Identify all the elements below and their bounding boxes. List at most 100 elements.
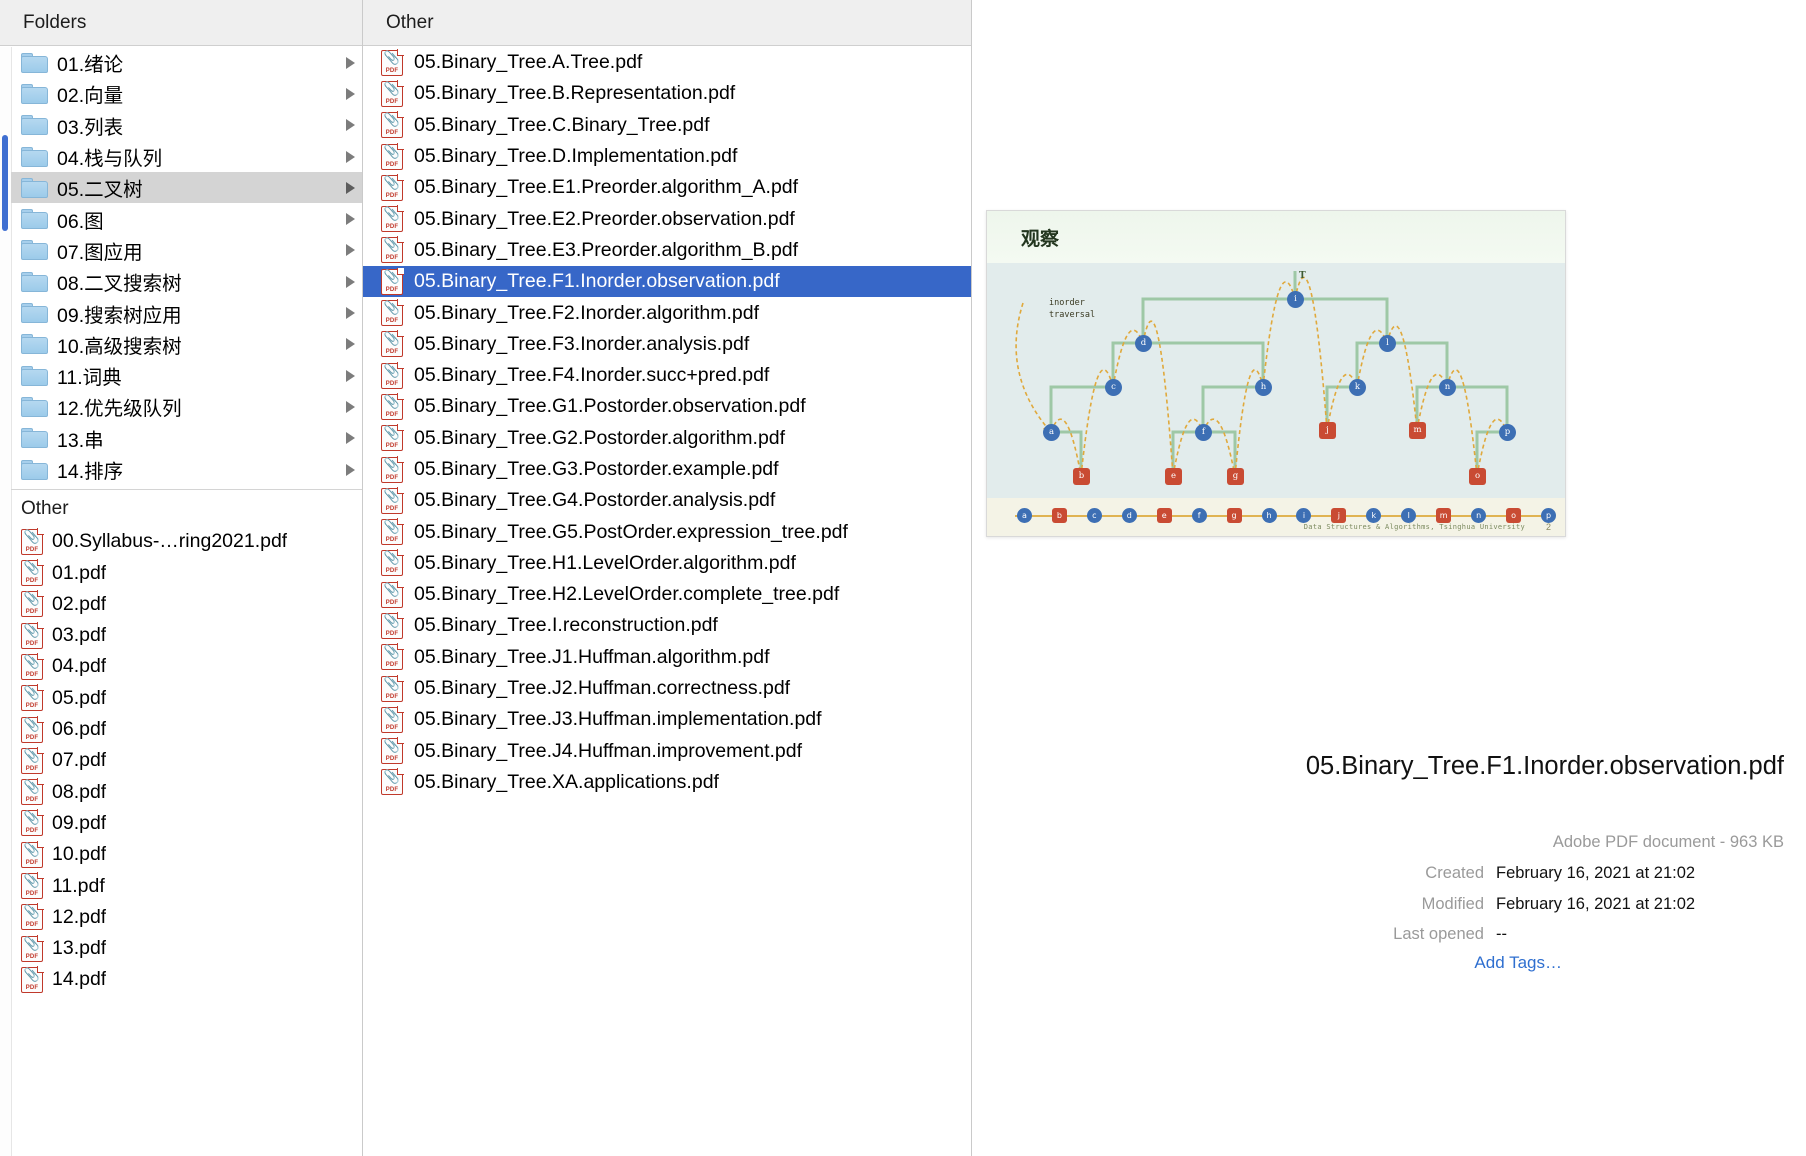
- disclosure-triangle-icon[interactable]: [346, 463, 355, 476]
- disclosure-triangle-icon[interactable]: [346, 400, 355, 413]
- file-row[interactable]: 📎 PDF 05.Binary_Tree.E2.Preorder.observati…: [363, 203, 971, 234]
- file-row[interactable]: 📎 PDF 05.Binary_Tree.B.Representation.pdf: [363, 78, 971, 109]
- folder-row[interactable]: 06.图: [11, 203, 362, 234]
- file-row[interactable]: 📎 PDF 05.Binary_Tree.J1.Huffman.algorithm.…: [363, 642, 971, 673]
- file-row[interactable]: 📎 PDF 05.Binary_Tree.C.Binary_Tree.pdf: [363, 110, 971, 141]
- pdf-icon: 📎 PDF: [21, 715, 44, 743]
- folder-row[interactable]: 14.排序: [11, 454, 362, 485]
- pdf-icon: 📎 PDF: [381, 580, 404, 608]
- file-row-label: 05.Binary_Tree.G2.Postorder.algorithm.pd…: [414, 426, 786, 449]
- file-row[interactable]: 📎 PDF 02.pdf: [11, 589, 362, 620]
- disclosure-triangle-icon[interactable]: [346, 338, 355, 351]
- file-row-label: 05.Binary_Tree.A.Tree.pdf: [414, 51, 643, 74]
- folder-row[interactable]: 10.高级搜索树: [11, 329, 362, 360]
- folders-list: 01.绪论 02.向量 03.列表 04.栈与队列 05.二叉树 06.图 07.图应用 08…: [11, 47, 362, 996]
- file-row[interactable]: 📎 PDF 04.pdf: [11, 651, 362, 682]
- folder-row[interactable]: 02.向量: [11, 78, 362, 109]
- file-row[interactable]: 📎 PDF 05.Binary_Tree.XA.applications.pdf: [363, 767, 971, 798]
- disclosure-triangle-icon[interactable]: [346, 119, 355, 132]
- disclosure-triangle-icon[interactable]: [346, 275, 355, 288]
- file-row-label: 05.Binary_Tree.E3.Preorder.algorithm_B.p…: [414, 238, 799, 261]
- file-row[interactable]: 📎 PDF 06.pdf: [11, 714, 362, 745]
- file-row[interactable]: 📎 PDF 14.pdf: [11, 964, 362, 995]
- file-row[interactable]: 📎 PDF 05.Binary_Tree.D.Implementation.pdf: [363, 141, 971, 172]
- file-row[interactable]: 📎 PDF 05.Binary_Tree.G2.Postorder.algorith…: [363, 423, 971, 454]
- file-row[interactable]: 📎 PDF 01.pdf: [11, 557, 362, 588]
- file-row[interactable]: 📎 PDF 05.Binary_Tree.F1.Inorder.observatio…: [363, 266, 971, 298]
- file-row[interactable]: 📎 PDF 05.Binary_Tree.G3.Postorder.example.…: [363, 454, 971, 485]
- sequence-node: e: [1156, 508, 1172, 523]
- tree-node: m: [1409, 422, 1426, 439]
- folder-row[interactable]: 08.二叉搜索树: [11, 266, 362, 297]
- file-row[interactable]: 📎 PDF 03.pdf: [11, 620, 362, 651]
- disclosure-triangle-icon[interactable]: [346, 87, 355, 100]
- folder-row[interactable]: 12.优先级队列: [11, 391, 362, 422]
- disclosure-triangle-icon[interactable]: [346, 56, 355, 69]
- folder-row[interactable]: 03.列表: [11, 110, 362, 141]
- file-row[interactable]: 📎 PDF 05.Binary_Tree.E3.Preorder.algorithm…: [363, 235, 971, 266]
- file-row[interactable]: 📎 PDF 05.Binary_Tree.E1.Preorder.algorithm…: [363, 172, 971, 203]
- pdf-icon: 📎 PDF: [381, 330, 404, 358]
- disclosure-triangle-icon[interactable]: [346, 213, 355, 226]
- file-row[interactable]: 📎 PDF 05.Binary_Tree.H2.LevelOrder.complet…: [363, 579, 971, 610]
- file-row[interactable]: 📎 PDF 05.Binary_Tree.G5.PostOrder.expressi…: [363, 516, 971, 547]
- pdf-icon: 📎 PDF: [381, 424, 404, 452]
- folder-row[interactable]: 04.栈与队列: [11, 141, 362, 172]
- folder-row[interactable]: 05.二叉树: [11, 172, 362, 204]
- file-row[interactable]: 📎 PDF 12.pdf: [11, 902, 362, 933]
- file-row[interactable]: 📎 PDF 05.Binary_Tree.H1.LevelOrder.algorit…: [363, 548, 971, 579]
- file-row[interactable]: 📎 PDF 00.Syllabus-…ring2021.pdf: [11, 526, 362, 557]
- file-row[interactable]: 📎 PDF 05.Binary_Tree.F3.Inorder.analysis.p…: [363, 329, 971, 360]
- file-row[interactable]: 📎 PDF 05.Binary_Tree.I.reconstruction.pdf: [363, 610, 971, 641]
- file-row[interactable]: 📎 PDF 10.pdf: [11, 839, 362, 870]
- file-row-label: 05.Binary_Tree.G4.Postorder.analysis.pdf: [414, 489, 776, 512]
- folder-row[interactable]: 01.绪论: [11, 47, 362, 78]
- disclosure-triangle-icon[interactable]: [346, 150, 355, 163]
- file-row[interactable]: 📎 PDF 05.Binary_Tree.J4.Huffman.improvemen…: [363, 736, 971, 767]
- file-row[interactable]: 📎 PDF 13.pdf: [11, 933, 362, 964]
- folders-scrollbar-thumb[interactable]: [2, 135, 8, 231]
- inorder-traversal-annotation: inorder traversal: [1049, 298, 1096, 320]
- disclosure-triangle-icon[interactable]: [346, 369, 355, 382]
- file-row[interactable]: 📎 PDF 08.pdf: [11, 777, 362, 808]
- disclosure-triangle-icon[interactable]: [346, 307, 355, 320]
- folder-row[interactable]: 09.搜索树应用: [11, 297, 362, 328]
- folder-row[interactable]: 07.图应用: [11, 235, 362, 266]
- file-row[interactable]: 📎 PDF 05.pdf: [11, 683, 362, 714]
- file-row-label: 05.Binary_Tree.H2.LevelOrder.complete_tr…: [414, 583, 840, 606]
- file-row-label: 06.pdf: [52, 718, 107, 741]
- folder-icon: [21, 240, 48, 261]
- folder-row-label: 12.优先级队列: [57, 398, 182, 421]
- file-row[interactable]: 📎 PDF 05.Binary_Tree.A.Tree.pdf: [363, 47, 971, 78]
- folder-row[interactable]: 11.词典: [11, 360, 362, 391]
- file-row[interactable]: 📎 PDF 05.Binary_Tree.F2.Inorder.algorithm.…: [363, 297, 971, 328]
- folder-icon: [21, 303, 48, 324]
- pdf-icon: 📎 PDF: [21, 621, 44, 649]
- file-row[interactable]: 📎 PDF 07.pdf: [11, 745, 362, 776]
- sequence-node: n: [1471, 508, 1487, 523]
- folder-icon: [21, 396, 48, 417]
- pdf-thumbnail-preview[interactable]: 观察 T inorder traversal idlchknafjmpbego …: [986, 210, 1566, 537]
- file-row[interactable]: 📎 PDF 05.Binary_Tree.F4.Inorder.succ+pred.…: [363, 360, 971, 391]
- disclosure-triangle-icon[interactable]: [346, 244, 355, 257]
- add-tags-link[interactable]: Add Tags…: [972, 953, 1784, 973]
- disclosure-triangle-icon[interactable]: [346, 181, 355, 194]
- sequence-node: c: [1086, 508, 1102, 523]
- sequence-node: l: [1401, 508, 1417, 523]
- file-row[interactable]: 📎 PDF 09.pdf: [11, 808, 362, 839]
- pdf-icon: 📎 PDF: [381, 205, 404, 233]
- pdf-icon: 📎 PDF: [21, 652, 44, 680]
- file-row[interactable]: 📎 PDF 05.Binary_Tree.G1.Postorder.observat…: [363, 391, 971, 422]
- tree-node: l: [1379, 335, 1396, 352]
- file-row[interactable]: 📎 PDF 11.pdf: [11, 870, 362, 901]
- pdf-icon: 📎 PDF: [21, 590, 44, 618]
- file-row[interactable]: 📎 PDF 05.Binary_Tree.G4.Postorder.analysis…: [363, 485, 971, 516]
- file-row[interactable]: 📎 PDF 05.Binary_Tree.J2.Huffman.correctnes…: [363, 673, 971, 704]
- pdf-icon: 📎 PDF: [381, 611, 404, 639]
- folder-icon: [21, 428, 48, 449]
- sequence-node: o: [1506, 508, 1522, 523]
- file-row[interactable]: 📎 PDF 05.Binary_Tree.J3.Huffman.implementa…: [363, 704, 971, 735]
- disclosure-triangle-icon[interactable]: [346, 432, 355, 445]
- folder-row[interactable]: 13.串: [11, 423, 362, 454]
- tree-node: p: [1499, 424, 1516, 441]
